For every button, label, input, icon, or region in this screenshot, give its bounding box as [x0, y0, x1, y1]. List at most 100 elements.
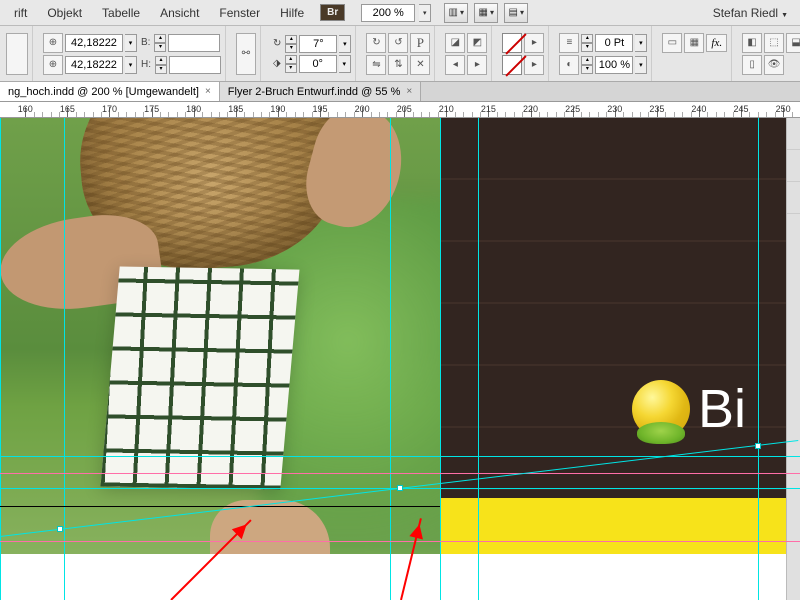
stroke-input[interactable]: [595, 34, 633, 52]
pasteboard: [0, 554, 800, 600]
guide-vertical[interactable]: [390, 118, 391, 600]
x-dropdown[interactable]: ▾: [125, 34, 137, 52]
rotate-stepper[interactable]: ▴▾: [285, 35, 297, 53]
rotate-cw-icon[interactable]: ↻: [366, 33, 386, 53]
transform-icons-group: ↻ ↺ P ⇋ ⇅ ✕: [362, 26, 435, 81]
selection-handle[interactable]: [755, 443, 761, 449]
select-prev-icon[interactable]: ◂: [445, 55, 465, 75]
logo-sun-icon: [632, 380, 690, 438]
menu-item-tabelle[interactable]: Tabelle: [92, 3, 150, 23]
tab-1-label: ng_hoch.indd @ 200 % [Umgewandelt]: [8, 86, 199, 98]
fill-swatch-none-icon[interactable]: [502, 33, 522, 53]
menu-item-hilfe[interactable]: Hilfe: [270, 3, 314, 23]
select-next-icon[interactable]: ▸: [467, 55, 487, 75]
select-container-icon[interactable]: ◪: [445, 33, 465, 53]
w-stepper[interactable]: ▴▾: [154, 34, 166, 52]
menu-item-fenster[interactable]: Fenster: [209, 3, 270, 23]
guide-horizontal[interactable]: [0, 456, 800, 457]
w-label: B:: [141, 37, 150, 48]
horizontal-ruler[interactable]: 1601651701751801851901952002052102152202…: [0, 102, 800, 118]
guide-vertical[interactable]: [758, 118, 759, 600]
h-stepper[interactable]: ▴▾: [155, 56, 167, 74]
opacity-input[interactable]: [595, 56, 633, 74]
shear-input[interactable]: [299, 55, 337, 73]
stroke-group: ≡ ▴▾ ▾ ◐ ▴▾ ▾: [555, 26, 652, 81]
opacity-icon: ◐: [559, 55, 579, 75]
guide-horizontal[interactable]: [0, 473, 800, 474]
menu-item-ansicht[interactable]: Ansicht: [150, 3, 209, 23]
rotate-input[interactable]: [299, 35, 337, 53]
rotate-dropdown[interactable]: ▾: [339, 35, 351, 53]
wrap-btn4[interactable]: ▯: [742, 55, 762, 75]
document-tabs: ng_hoch.indd @ 200 % [Umgewandelt] × Fly…: [0, 82, 800, 102]
selection-handle[interactable]: [57, 526, 63, 532]
logo-leaf-icon: [637, 422, 685, 444]
h-input[interactable]: [169, 56, 221, 74]
selection-handle[interactable]: [397, 485, 403, 491]
clear-transform-icon[interactable]: ✕: [410, 55, 430, 75]
flip-h-icon[interactable]: ⇋: [366, 55, 386, 75]
wrap-btn2[interactable]: ⬚: [764, 33, 784, 53]
guide-vertical[interactable]: [478, 118, 479, 600]
view-mode-3[interactable]: ▤▾: [504, 3, 528, 23]
y-input[interactable]: [65, 56, 123, 74]
tab-2[interactable]: Flyer 2-Bruch Entwurf.indd @ 55 % ×: [220, 82, 421, 101]
constrain-link-icon[interactable]: ⚯: [236, 33, 256, 75]
effects-btn1[interactable]: ▭: [662, 33, 682, 53]
x-icon: ⊕: [43, 33, 63, 53]
wrap-btn3[interactable]: ⬓: [786, 33, 800, 53]
user-menu[interactable]: Stefan Riedl▼: [713, 6, 788, 20]
stroke-dropdown[interactable]: ▾: [635, 34, 647, 52]
guide-vertical[interactable]: [0, 118, 1, 600]
reference-point-group: [2, 26, 33, 81]
stroke-weight-icon: ≡: [559, 33, 579, 53]
tab-2-close-icon[interactable]: ×: [406, 86, 412, 97]
paragraph-icon[interactable]: P: [410, 33, 430, 53]
rotate-ccw-icon[interactable]: ↺: [388, 33, 408, 53]
stroke-arrow-icon[interactable]: ▸: [524, 55, 544, 75]
bridge-icon[interactable]: Br: [320, 4, 345, 21]
fx-button[interactable]: fx.: [706, 34, 727, 52]
zoom-input[interactable]: [361, 4, 415, 22]
tab-1-close-icon[interactable]: ×: [205, 86, 211, 97]
opacity-stepper[interactable]: ▴▾: [581, 56, 593, 74]
view-mode-2[interactable]: ▦▾: [474, 3, 498, 23]
y-dropdown[interactable]: ▾: [125, 56, 137, 74]
menubar: rift Objekt Tabelle Ansicht Fenster Hilf…: [0, 0, 800, 26]
effects-btn2[interactable]: ▦: [684, 33, 704, 53]
fill-stroke-group: ▸ ▸: [498, 26, 549, 81]
tab-2-label: Flyer 2-Bruch Entwurf.indd @ 55 %: [228, 86, 401, 98]
zoom-dropdown-icon[interactable]: ▾: [419, 4, 431, 22]
shear-dropdown[interactable]: ▾: [339, 55, 351, 73]
wrap-btn5[interactable]: 👁: [764, 55, 784, 75]
stroke-swatch-none-icon[interactable]: [502, 55, 522, 75]
x-input[interactable]: [65, 34, 123, 52]
reference-point-icon[interactable]: [6, 33, 28, 75]
guide-horizontal[interactable]: [0, 541, 800, 542]
stroke-stepper[interactable]: ▴▾: [581, 34, 593, 52]
wrap-btn1[interactable]: ◧: [742, 33, 762, 53]
link-group: ⚯: [232, 26, 261, 81]
menu-item-objekt[interactable]: Objekt: [37, 3, 92, 23]
shear-stepper[interactable]: ▴▾: [285, 55, 297, 73]
guide-vertical[interactable]: [440, 118, 441, 600]
panel-dock[interactable]: [786, 118, 800, 600]
view-mode-1[interactable]: ▥▾: [444, 3, 468, 23]
document-canvas[interactable]: Bi: [0, 118, 800, 600]
y-icon: ⊕: [43, 55, 63, 75]
h-label: H:: [141, 59, 151, 70]
select-group: ◪ ◩ ◂ ▸: [441, 26, 492, 81]
flip-v-icon[interactable]: ⇅: [388, 55, 408, 75]
yellow-stripe: [440, 498, 800, 554]
menu-item-schrift[interactable]: rift: [4, 3, 37, 23]
w-input[interactable]: [168, 34, 220, 52]
rotate-group: ↻ ▴▾ ▾ ⬗ ▴▾ ▾: [267, 26, 356, 81]
select-content-icon[interactable]: ◩: [467, 33, 487, 53]
fill-arrow-icon[interactable]: ▸: [524, 33, 544, 53]
shear-icon: ⬗: [273, 58, 281, 69]
control-panel: ⊕ ▾ B: ▴▾ ⊕ ▾ H: ▴▾ ⚯ ↻ ▴▾ ▾ ⬗ ▴▾ ▾ ↻: [0, 26, 800, 82]
logo-text: Bi: [698, 378, 746, 440]
opacity-dropdown[interactable]: ▾: [635, 56, 647, 74]
tab-1[interactable]: ng_hoch.indd @ 200 % [Umgewandelt] ×: [0, 82, 220, 101]
wrap-group: ◧ ⬚ ⬓ ▯ 👁: [738, 26, 800, 81]
